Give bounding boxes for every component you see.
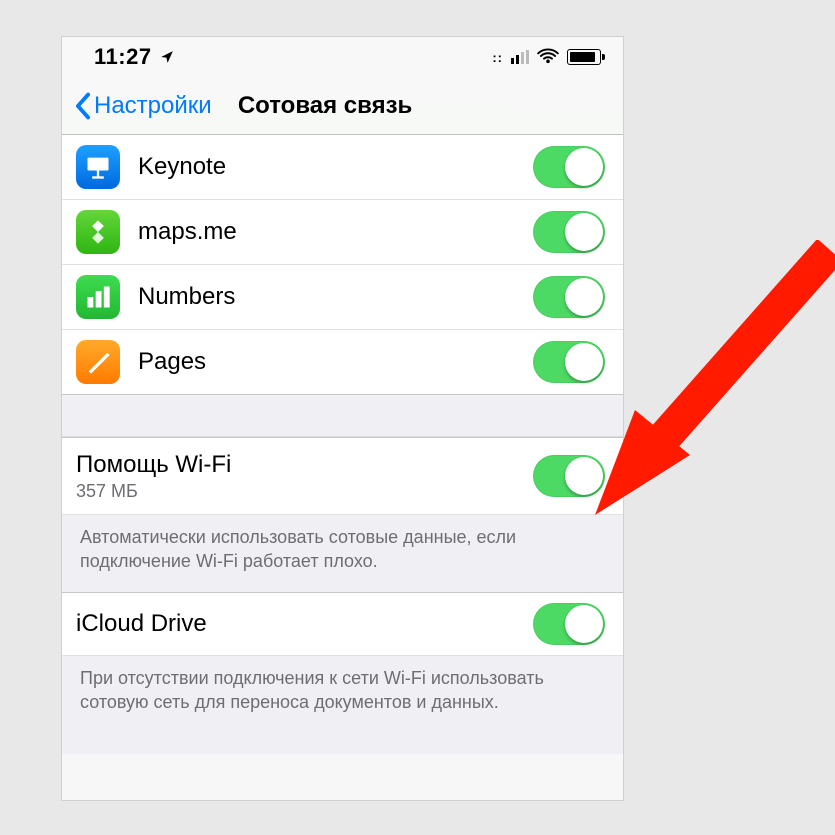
toggle-wifi-assist[interactable] <box>533 455 605 497</box>
battery-icon <box>567 49 601 65</box>
toggle-pages[interactable] <box>533 341 605 383</box>
location-services-icon <box>160 44 174 70</box>
phone-frame: 11:27 :: <box>61 36 624 801</box>
mapsme-icon <box>76 210 120 254</box>
keynote-icon <box>76 145 120 189</box>
dual-sim-icon: :: <box>492 50 503 65</box>
app-row-pages: Pages <box>62 330 623 395</box>
toggle-mapsme[interactable] <box>533 211 605 253</box>
status-time: 11:27 <box>94 44 152 70</box>
cellular-signal-icon <box>511 50 529 64</box>
app-row-keynote: Keynote <box>62 135 623 200</box>
app-label: Numbers <box>138 283 533 311</box>
toggle-numbers[interactable] <box>533 276 605 318</box>
wifi-assist-subtitle: 357 МБ <box>76 481 533 502</box>
toggle-keynote[interactable] <box>533 146 605 188</box>
icloud-drive-row: iCloud Drive <box>62 592 623 656</box>
icloud-drive-footer: При отсутствии подключения к сети Wi-Fi … <box>62 656 623 755</box>
wifi-assist-title: Помощь Wi-Fi <box>76 451 533 479</box>
app-row-numbers: Numbers <box>62 265 623 330</box>
app-label: maps.me <box>138 218 533 246</box>
app-row-mapsme: maps.me <box>62 200 623 265</box>
app-label: Keynote <box>138 153 533 181</box>
wifi-icon <box>537 44 559 70</box>
icloud-drive-title: iCloud Drive <box>76 610 533 638</box>
wifi-assist-footer: Автоматически использовать сотовые данны… <box>62 515 623 592</box>
wifi-assist-row: Помощь Wi-Fi 357 МБ <box>62 437 623 515</box>
toggle-icloud-drive[interactable] <box>533 603 605 645</box>
pages-icon <box>76 340 120 384</box>
app-label: Pages <box>138 348 533 376</box>
page-title: Сотовая связь <box>238 92 412 120</box>
back-label: Настройки <box>94 92 212 120</box>
numbers-icon <box>76 275 120 319</box>
back-button[interactable]: Настройки <box>74 92 212 120</box>
nav-bar: Настройки Сотовая связь <box>62 77 623 135</box>
chevron-left-icon <box>74 92 92 120</box>
status-bar: 11:27 :: <box>62 37 623 77</box>
